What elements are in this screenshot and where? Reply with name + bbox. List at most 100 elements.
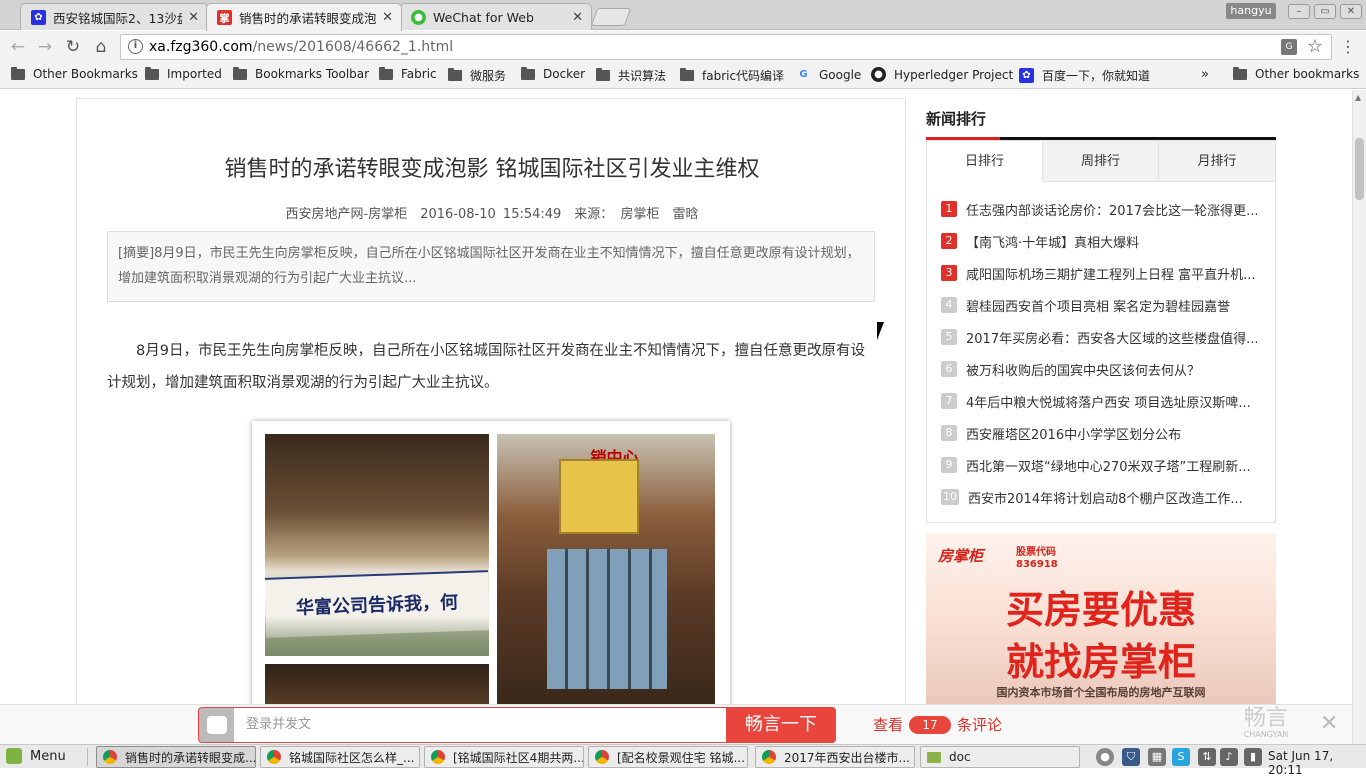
volume-icon[interactable]: ♪ [1220, 748, 1238, 766]
close-icon[interactable]: ✕ [1320, 711, 1338, 736]
clock[interactable]: Sat Jun 17, 20:11 [1268, 749, 1366, 777]
article-summary: [摘要]8月9日，市民王先生向房掌柜反映，自己所在小区铭城国际社区开发商在业主不… [107, 231, 875, 302]
info-icon[interactable]: i [128, 39, 143, 54]
ranking-item[interactable]: 7 4年后中粮大悦城将落户西安 项目选址原汉斯啤... [941, 390, 1263, 412]
network-icon[interactable]: ⇅ [1198, 748, 1216, 766]
avatar-face-icon [206, 716, 227, 734]
bookmark-item[interactable]: Fabric [379, 66, 437, 81]
bookmarks-overflow-chevron[interactable]: » [1201, 67, 1209, 82]
task-label: doc [949, 750, 971, 764]
tab-0[interactable]: ✿ 西安铭城国际2、13沙盘 ✕ [20, 3, 208, 30]
close-icon[interactable]: ✕ [188, 10, 199, 25]
vertical-scrollbar[interactable]: ▲ [1352, 90, 1366, 744]
ranking-link[interactable]: 碧桂园西安首个项目亮相 案名定为碧桂园嘉誉 [966, 296, 1230, 315]
new-tab-button[interactable] [590, 8, 632, 26]
forward-icon[interactable]: → [35, 37, 55, 57]
minimize-button[interactable]: – [1288, 4, 1310, 19]
taskbar-window[interactable]: doc [920, 746, 1080, 768]
bookmark-item[interactable]: Imported [145, 66, 222, 81]
profile-button[interactable]: hangyu [1226, 3, 1276, 19]
news-ranking-title: 新闻排行 [926, 110, 987, 128]
scroll-up-icon[interactable]: ▲ [1355, 93, 1361, 102]
taskbar-window[interactable]: [配名校景观住宅 铭城... [588, 746, 748, 768]
ranking-item[interactable]: 2 【南飞鸿·十年城】真相大爆料 [941, 230, 1263, 252]
ranking-link[interactable]: 4年后中粮大悦城将落户西安 项目选址原汉斯啤... [966, 392, 1251, 411]
bookmark-item[interactable]: 微服务 [448, 67, 506, 84]
wechat-tray-icon[interactable]: ● [1096, 748, 1114, 766]
start-menu-button[interactable]: Menu [6, 748, 66, 764]
article-photo[interactable]: 华富公司告诉我，何 销中心 [252, 421, 730, 704]
ranking-item[interactable]: 5 2017年买房必看：西安各大区域的这些楼盘值得... [941, 326, 1263, 348]
bookmark-item[interactable]: G Google [796, 67, 861, 82]
rank-number: 5 [941, 329, 957, 345]
bookmark-item[interactable]: Other Bookmarks [11, 66, 138, 81]
bookmark-item[interactable]: 共识算法 [596, 67, 666, 84]
back-icon[interactable]: ← [8, 37, 28, 57]
tab-2[interactable]: ● WeChat for Web ✕ [400, 3, 592, 30]
window-close-button[interactable]: ✕ [1340, 4, 1362, 19]
tab-weekly-ranking[interactable]: 周排行 [1043, 141, 1159, 182]
ranking-link[interactable]: 西安雁塔区2016中小学学区划分公布 [966, 424, 1181, 443]
tab-monthly-ranking[interactable]: 月排行 [1159, 141, 1275, 182]
changyan-logo-sub: CHANGYAN [1243, 730, 1289, 739]
ranking-item[interactable]: 1 任志强内部谈话论房价：2017会比这一轮涨得更... [941, 198, 1263, 220]
bookmark-item[interactable]: Docker [521, 66, 585, 81]
chrome-icon [762, 750, 776, 764]
tab-1[interactable]: 掌 销售时的承诺转眼变成泡 ✕ [206, 3, 402, 31]
ranking-link[interactable]: 西北第一双塔“绿地中心270米双子塔”工程刷新... [966, 456, 1251, 475]
star-icon[interactable]: ☆ [1307, 36, 1323, 57]
url-text[interactable]: xa.fzg360.com/news/201608/46662_1.html [149, 39, 453, 55]
ranking-link[interactable]: 被万科收购后的国宾中央区该何去何从？ [966, 360, 1200, 379]
address-bar[interactable]: i xa.fzg360.com/news/201608/46662_1.html… [120, 34, 1332, 60]
bookmark-label: Hyperledger Project [894, 67, 1014, 82]
bookmark-item[interactable]: ✿ 百度一下，你就知道 [1019, 67, 1150, 84]
close-icon[interactable]: ✕ [572, 10, 583, 25]
bookmark-label: Other bookmarks [1255, 67, 1360, 81]
shield-icon[interactable]: ⛉ [1122, 748, 1140, 766]
comment-submit-button[interactable]: 畅言一下 [726, 707, 836, 743]
building-photo: 销中心 [497, 434, 715, 704]
tab-daily-ranking[interactable]: 日排行 [927, 141, 1043, 182]
ranking-item[interactable]: 3 咸阳国际机场三期扩建工程列上日程 富平直升机... [941, 262, 1263, 284]
maximize-button[interactable]: ▭ [1314, 4, 1336, 19]
comment-input[interactable]: 登录并发文 [234, 707, 726, 743]
ranking-item[interactable]: 6 被万科收购后的国宾中央区该何去何从？ [941, 358, 1263, 380]
ad-headline-2: 就找房掌柜 [1005, 640, 1196, 684]
taskbar-window[interactable]: 2017年西安出台楼市... [755, 746, 915, 768]
reload-icon[interactable]: ↻ [63, 37, 83, 57]
ranking-item[interactable]: 9 西北第一双塔“绿地中心270米双子塔”工程刷新... [941, 454, 1263, 476]
close-icon[interactable]: ✕ [382, 10, 393, 25]
chrome-icon [267, 750, 281, 764]
protest-photo: 华富公司告诉我，何 [265, 434, 489, 656]
advertisement-banner[interactable]: 房掌柜 股票代码 836918 买房要优惠 就找房掌柜 国内资本市场首个全国布局的… [926, 533, 1276, 704]
rank-number: 2 [941, 233, 957, 249]
bookmark-item[interactable]: Bookmarks Toolbar [233, 66, 369, 81]
keyboard-icon[interactable]: ▦ [1148, 748, 1166, 766]
ranking-link[interactable]: 任志强内部谈话论房价：2017会比这一轮涨得更... [966, 200, 1258, 219]
ranking-link[interactable]: 西安市2014年将计划启动8个棚户区改造工作... [968, 488, 1243, 507]
changyan-logo: 畅言 CHANGYAN [1240, 708, 1292, 740]
menu-dots-icon[interactable]: ⋮ [1340, 37, 1356, 56]
ranking-item[interactable]: 4 碧桂园西安首个项目亮相 案名定为碧桂园嘉誉 [941, 294, 1263, 316]
user-avatar[interactable] [198, 707, 234, 743]
ranking-item[interactable]: 10 西安市2014年将计划启动8个棚户区改造工作... [941, 486, 1263, 508]
ranking-link[interactable]: 咸阳国际机场三期扩建工程列上日程 富平直升机... [966, 264, 1256, 283]
scroll-thumb[interactable] [1355, 138, 1364, 200]
folder-icon [448, 68, 462, 81]
bookmark-item[interactable]: Other bookmarks [1233, 66, 1360, 81]
tab-strip: ✿ 西安铭城国际2、13沙盘 ✕ 掌 销售时的承诺转眼变成泡 ✕ ● WeCha… [0, 0, 1366, 31]
home-icon[interactable]: ⌂ [91, 37, 111, 57]
view-comments-link[interactable]: 查看 17 条评论 [873, 714, 1002, 735]
sogou-icon[interactable]: S [1172, 748, 1190, 766]
ranking-item[interactable]: 8 西安雁塔区2016中小学学区划分公布 [941, 422, 1263, 444]
translate-icon[interactable]: G [1281, 39, 1297, 55]
taskbar-window[interactable]: 铭城国际社区怎么样_... [260, 746, 420, 768]
bookmark-item[interactable]: fabric代码编译 [680, 67, 784, 84]
ad-code-value: 836918 [1016, 559, 1058, 570]
ranking-link[interactable]: 2017年买房必看：西安各大区域的这些楼盘值得... [966, 328, 1258, 347]
taskbar-window[interactable]: [铭城国际社区4期共两... [424, 746, 584, 768]
battery-icon[interactable]: ▮ [1244, 748, 1262, 766]
ranking-link[interactable]: 【南飞鸿·十年城】真相大爆料 [966, 232, 1139, 251]
bookmark-item[interactable]: ● Hyperledger Project [871, 67, 1013, 82]
taskbar-window[interactable]: 销售时的承诺转眼变成... [96, 746, 256, 768]
